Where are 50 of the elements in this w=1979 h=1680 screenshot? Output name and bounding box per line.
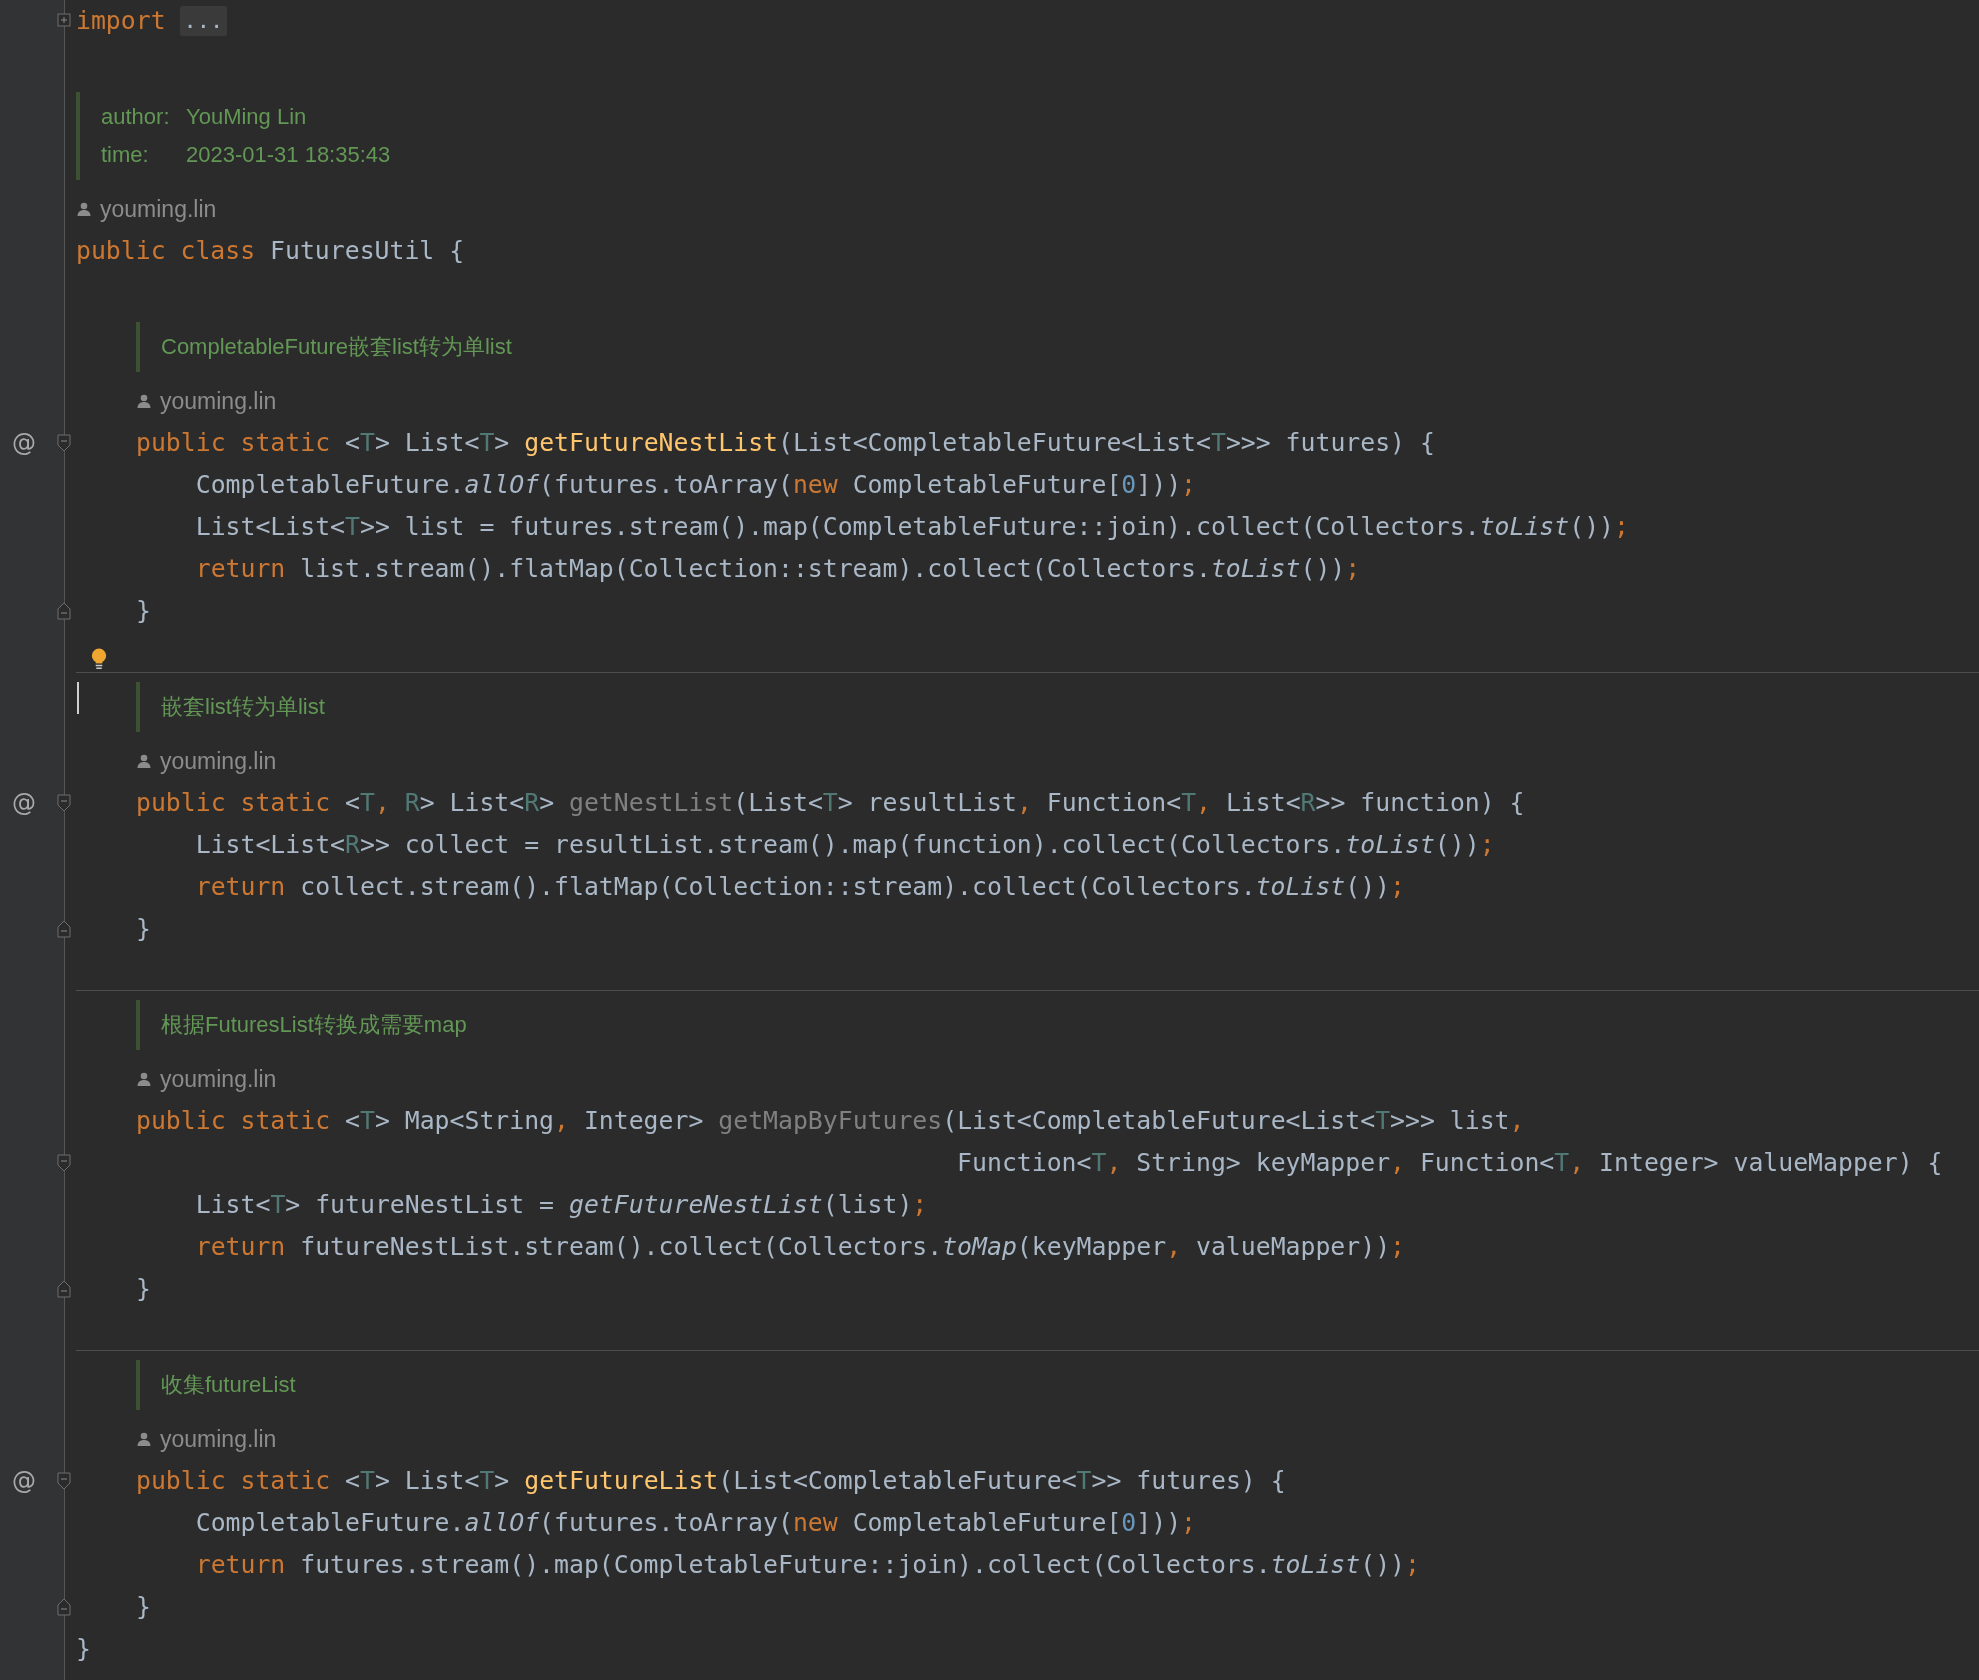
- person-icon: [136, 1431, 152, 1447]
- code-line: return collect.stream().flatMap(Collection::stream).collect(Collectors.toList());: [194, 871, 1405, 903]
- author-hint[interactable]: youming.lin: [160, 1425, 277, 1453]
- doc-comment: 嵌套list转为单list: [136, 682, 325, 732]
- code-line: List<List<R>> collect = resultList.stream().map(function).collect(Collectors.toList());: [194, 829, 1495, 861]
- author-hint[interactable]: youming.lin: [160, 1065, 277, 1093]
- collapse-icon[interactable]: [57, 1472, 71, 1490]
- override-marker[interactable]: @: [12, 1469, 36, 1493]
- code-line: List<T> futureNestList = getFutureNestList(list);: [194, 1189, 928, 1221]
- code-line: CompletableFuture.allOf(futures.toArray(new CompletableFuture[0]));: [194, 1507, 1197, 1539]
- collapse-icon[interactable]: [57, 1154, 71, 1172]
- code-line: public class FuturesUtil {: [76, 235, 465, 267]
- code-line: }: [136, 913, 151, 945]
- code-line: Function<T, String> keyMapper, Function<T, Integer> valueMapper) {: [956, 1147, 1943, 1179]
- code-line: }: [136, 595, 151, 627]
- code-line: return futures.stream().map(CompletableFuture::join).collect(Collectors.toList());: [194, 1549, 1420, 1581]
- expand-icon[interactable]: [57, 12, 71, 30]
- doc-comment: author: YouMing Lin time: 2023-01-31 18:35:43: [76, 92, 391, 180]
- collapse-icon[interactable]: [57, 602, 71, 620]
- person-icon: [136, 393, 152, 409]
- override-marker[interactable]: @: [12, 431, 36, 455]
- person-icon: [136, 753, 152, 769]
- import-keyword: import: [76, 5, 166, 37]
- person-icon: [76, 201, 92, 217]
- collapse-icon[interactable]: [57, 794, 71, 812]
- code-line: return futureNestList.stream().collect(Collectors.toMap(keyMapper, valueMapper));: [194, 1231, 1405, 1263]
- collapse-icon[interactable]: [57, 1280, 71, 1298]
- collapse-icon[interactable]: [57, 434, 71, 452]
- code-line: return list.stream().flatMap(Collection::stream).collect(Collectors.toList());: [194, 553, 1361, 585]
- code-line: List<List<T>> list = futures.stream().map(CompletableFuture::join).collect(Collectors.toList());: [194, 511, 1629, 543]
- code-line: }: [76, 1633, 91, 1665]
- author-hint[interactable]: youming.lin: [160, 387, 277, 415]
- lightbulb-icon[interactable]: [90, 648, 108, 670]
- doc-comment: CompletableFuture嵌套list转为单list: [136, 322, 512, 372]
- code-line: public static <T> Map<String, Integer> getMapByFutures(List<CompletableFuture<List<T>>> list,: [136, 1105, 1525, 1137]
- collapse-icon[interactable]: [57, 920, 71, 938]
- person-icon: [136, 1071, 152, 1087]
- collapse-icon[interactable]: [57, 1598, 71, 1616]
- code-line: }: [136, 1591, 151, 1623]
- override-marker[interactable]: @: [12, 791, 36, 815]
- doc-comment: 根据FuturesList转换成需要map: [136, 1000, 467, 1050]
- author-hint[interactable]: youming.lin: [160, 747, 277, 775]
- author-hint[interactable]: youming.lin: [100, 195, 217, 223]
- code-line: }: [136, 1273, 151, 1305]
- code-line: public static <T> List<T> getFutureList(List<CompletableFuture<T>> futures) {: [136, 1465, 1286, 1497]
- folded-imports[interactable]: ...: [179, 6, 228, 36]
- code-line: public static <T, R> List<R> getNestList(List<T> resultList, Function<T, List<R>> function) {: [136, 787, 1525, 819]
- code-line: CompletableFuture.allOf(futures.toArray(new CompletableFuture[0]));: [194, 469, 1197, 501]
- code-line: public static <T> List<T> getFutureNestList(List<CompletableFuture<List<T>>> futures) {: [136, 427, 1435, 459]
- doc-comment: 收集futureList: [136, 1360, 296, 1410]
